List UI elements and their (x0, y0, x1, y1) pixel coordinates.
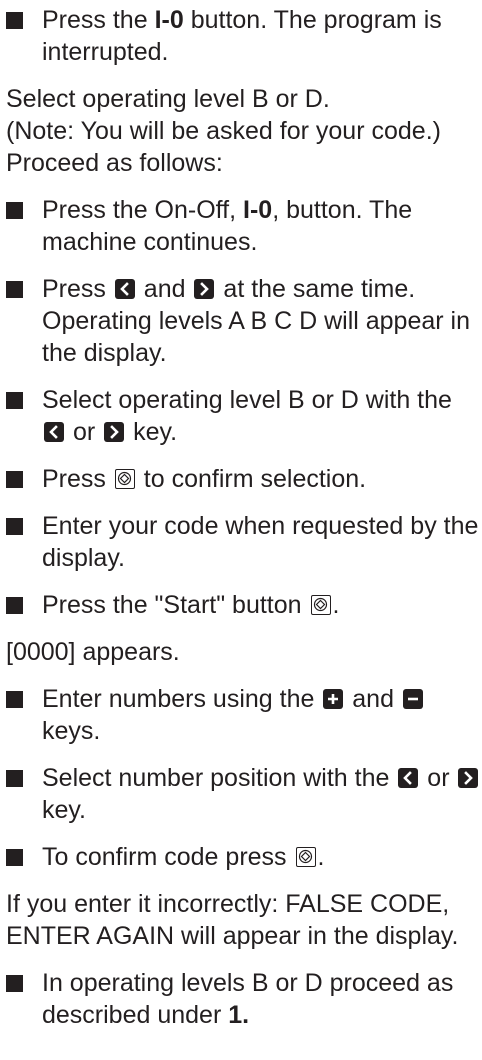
item-text: to confirm selection. (136, 465, 367, 493)
right-arrow-key-icon (458, 768, 479, 788)
paragraph-line: Proceed as follows: (6, 149, 223, 177)
item-text: Enter your code when requested by the di… (42, 512, 479, 572)
item-text: and (345, 685, 401, 713)
paragraph-line: Select operating level B or D. (6, 85, 330, 113)
paragraph-line: [0000] appears. (6, 638, 180, 666)
item-text: or (420, 764, 457, 792)
item-text: key. (42, 796, 86, 824)
square-bullet-icon (6, 975, 23, 992)
minus-key-icon (402, 689, 423, 709)
list-item: Enter your code when requested by the di… (6, 510, 482, 574)
paragraph: [0000] appears. (6, 636, 482, 668)
left-arrow-key-icon (398, 768, 419, 788)
paragraph: Select operating level B or D. (Note: Yo… (6, 83, 482, 179)
square-bullet-icon (6, 691, 23, 708)
list-item: Select number position with the or key. (6, 762, 482, 826)
item-text: Enter numbers using the (42, 685, 322, 713)
list-item: To confirm code press . (6, 841, 482, 873)
list-item: Press the "Start" button . (6, 589, 482, 621)
paragraph-line: If you enter it incorrectly: FALSE CODE,… (6, 890, 459, 950)
item-text: Select operating level B or D with the (42, 386, 452, 414)
square-bullet-icon (6, 471, 23, 488)
item-text: To confirm code press (42, 843, 294, 871)
item-text: Press (42, 275, 113, 303)
list-item: Enter numbers using the and keys. (6, 683, 482, 747)
item-text: . (317, 843, 325, 871)
list-item: Press to confirm selection. (6, 463, 482, 495)
square-bullet-icon (6, 770, 23, 787)
item-text: Press the On-Off, (42, 196, 244, 224)
list-item: In operating levels B or D proceed as de… (6, 967, 482, 1031)
item-bold-text: 1. (228, 1001, 250, 1029)
square-bullet-icon (6, 597, 23, 614)
list-item: Select operating level B or D with the o… (6, 384, 482, 448)
item-bold-text: I-0 (243, 196, 273, 224)
plus-key-icon (323, 689, 344, 709)
item-text: and (136, 275, 193, 303)
square-bullet-icon (6, 518, 23, 535)
list-item: Press the I-0 button. The program is int… (6, 4, 482, 68)
right-arrow-key-icon (194, 279, 215, 299)
square-bullet-icon (6, 281, 23, 298)
item-text: . (332, 591, 340, 619)
start-button-icon (114, 469, 135, 489)
list-item: Press the On-Off, I-0, button. The machi… (6, 194, 482, 258)
item-text: Press (42, 465, 113, 493)
item-text: keys. (42, 717, 101, 745)
start-button-icon (295, 847, 316, 867)
square-bullet-icon (6, 12, 23, 29)
square-bullet-icon (6, 849, 23, 866)
list-item: Press and at the same time. Operating le… (6, 273, 482, 369)
item-bold-text: I-0 (154, 6, 184, 34)
left-arrow-key-icon (114, 279, 135, 299)
paragraph-line: (Note: You will be asked for your code.) (6, 117, 441, 145)
start-button-icon (310, 595, 331, 615)
paragraph: If you enter it incorrectly: FALSE CODE,… (6, 888, 482, 952)
item-text: Press the "Start" button (42, 591, 309, 619)
instruction-page: Press the I-0 button. The program is int… (0, 0, 482, 1060)
square-bullet-icon (6, 392, 23, 409)
item-text: key. (126, 418, 178, 446)
item-text: Press the (42, 6, 155, 34)
item-text: or (66, 418, 103, 446)
square-bullet-icon (6, 202, 23, 219)
right-arrow-key-icon (104, 422, 125, 442)
left-arrow-key-icon (44, 422, 64, 442)
item-text: Select number position with the (42, 764, 397, 792)
